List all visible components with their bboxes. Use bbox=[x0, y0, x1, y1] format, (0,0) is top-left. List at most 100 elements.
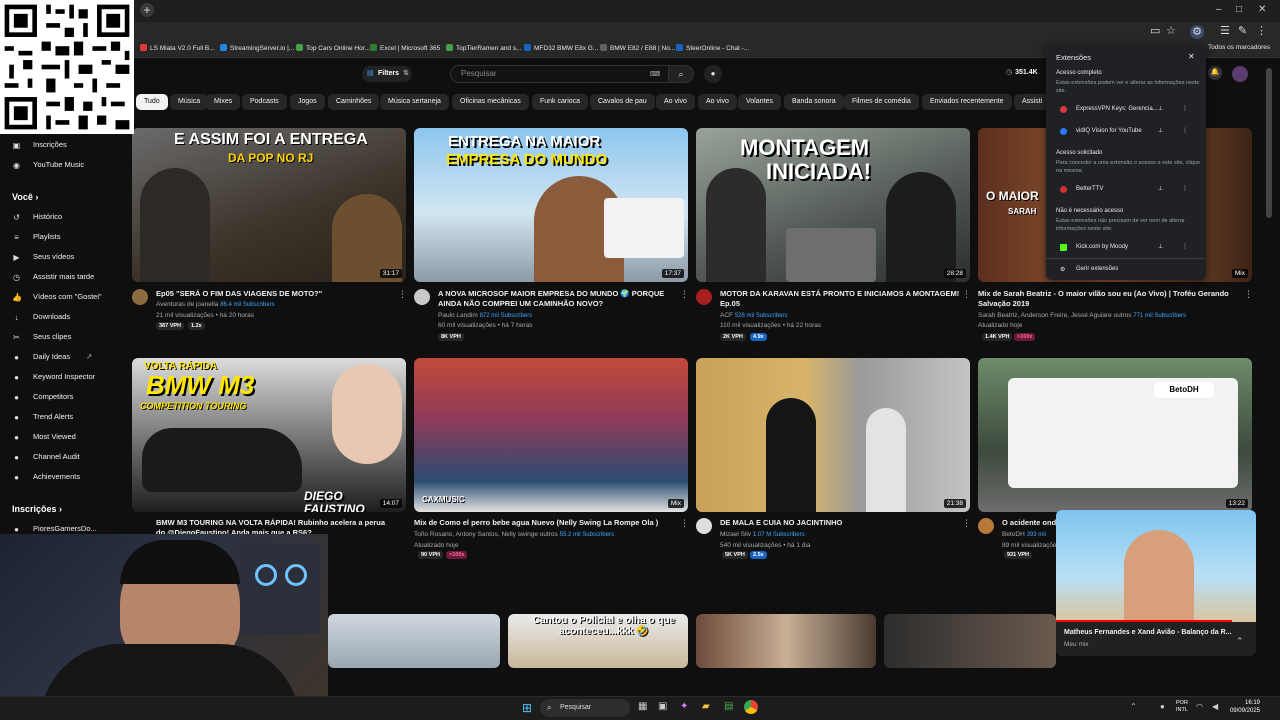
more-options-icon[interactable]: ⋮ bbox=[1182, 127, 1188, 134]
mic-icon[interactable]: ● bbox=[1160, 702, 1165, 711]
video-thumbnail[interactable] bbox=[884, 614, 1056, 668]
search-input[interactable]: Pesquisar bbox=[450, 65, 670, 83]
chip[interactable]: Assisti bbox=[1014, 94, 1051, 110]
extension-item[interactable]: BetterTTV bbox=[1076, 186, 1103, 192]
notifications-icon[interactable]: 🔔 bbox=[1208, 66, 1222, 80]
sidebar-item-history[interactable]: ↺ Histórico bbox=[12, 212, 62, 222]
task-view-icon[interactable]: ▦ bbox=[638, 701, 647, 712]
sidebar-item-music[interactable]: ◉ YouTube Music bbox=[12, 160, 84, 170]
sidebar-item-most-viewed[interactable]: ● Most Viewed bbox=[12, 432, 76, 442]
mini-player-title[interactable]: Matheus Fernandes e Xand Avião - Balanço… bbox=[1064, 628, 1244, 638]
mini-player[interactable]: Matheus Fernandes e Xand Avião - Balanço… bbox=[1056, 510, 1256, 656]
keyboard-language[interactable]: POR INTL bbox=[1176, 700, 1188, 714]
search-button[interactable]: ⌕ bbox=[668, 65, 694, 83]
extension-item[interactable]: ExpressVPN Keys: Gerencia... bbox=[1076, 106, 1158, 112]
minimize-icon[interactable]: – bbox=[1216, 4, 1222, 15]
video-thumbnail[interactable]: VOLTA RÁPIDA BMW M3 COMPETITION TOURING … bbox=[132, 358, 406, 512]
extension-item[interactable]: vidIQ Vision for YouTube bbox=[1076, 128, 1142, 134]
new-tab-button[interactable]: + bbox=[140, 3, 154, 17]
pen-icon[interactable]: ✎ bbox=[1238, 24, 1247, 37]
wifi-icon[interactable]: ◠ bbox=[1196, 702, 1203, 711]
bookmark-item[interactable]: TopTierRamen and s... bbox=[446, 44, 522, 52]
sidebar-item-channel-audit[interactable]: ● Channel Audit bbox=[12, 452, 80, 462]
video-thumbnail[interactable]: E ASSIM FOI A ENTREGA DA POP NO RJ 31:17 bbox=[132, 128, 406, 282]
more-options-icon[interactable]: ⋮ bbox=[680, 289, 689, 300]
extensions-puzzle-icon[interactable]: ⚙ bbox=[1190, 25, 1204, 39]
chip[interactable]: Volantes bbox=[738, 94, 781, 110]
channel-name[interactable]: Mizael Silv 1.07 M Subscribers bbox=[720, 531, 805, 538]
bookmark-item[interactable]: LS Miata V2.0 Full B... bbox=[140, 44, 215, 52]
video-title[interactable]: A NOVA MICROSOF MAIOR EMPRESA DO MUNDO 🌍… bbox=[438, 289, 678, 309]
sidebar-item-playlists[interactable]: ≡ Playlists bbox=[12, 232, 60, 242]
channel-avatar[interactable] bbox=[978, 518, 994, 534]
channel-name[interactable]: Aventuras de joanella 86.4 mil Subscribe… bbox=[156, 301, 275, 308]
video-thumbnail[interactable]: MONTAGEM INICIADA! 28:28 bbox=[696, 128, 970, 282]
maximize-icon[interactable]: □ bbox=[1236, 4, 1242, 15]
bookmark-item[interactable]: MFD32 BMW E8x G... bbox=[524, 44, 598, 52]
bookmark-item[interactable]: Excel | Microsoft 365 bbox=[370, 44, 440, 52]
chevron-up-icon[interactable]: ⌃ bbox=[1236, 636, 1244, 647]
chip[interactable]: Ao vivo bbox=[698, 94, 737, 110]
close-icon[interactable]: ✕ bbox=[1258, 4, 1266, 15]
extension-item[interactable]: Kick.com by Moody bbox=[1076, 244, 1128, 250]
chip[interactable]: Cavalos de pau bbox=[590, 94, 655, 110]
all-bookmarks[interactable]: Todos os marcadores bbox=[1208, 44, 1270, 51]
more-options-icon[interactable]: ⋮ bbox=[962, 518, 971, 529]
scrollbar[interactable] bbox=[1266, 68, 1272, 218]
channel-name[interactable]: BetoDH 393 mil bbox=[1002, 531, 1046, 538]
sidebar-item-watch-later[interactable]: ◷ Assistir mais tarde bbox=[12, 272, 94, 282]
video-title[interactable]: Ep05 "SERÁ O FIM DAS VIAGENS DE MOTO?" bbox=[156, 289, 396, 299]
pin-icon[interactable]: ⊥ bbox=[1158, 243, 1163, 250]
channel-avatar[interactable] bbox=[696, 518, 712, 534]
avatar[interactable] bbox=[1232, 66, 1248, 82]
more-options-icon[interactable]: ⋮ bbox=[398, 289, 407, 300]
channel-avatar[interactable] bbox=[132, 289, 148, 305]
bookmark-item[interactable]: StreamingServer.io |... bbox=[220, 44, 294, 52]
copilot-icon[interactable]: ✦ bbox=[680, 701, 688, 712]
chip[interactable]: Música sertaneja bbox=[380, 94, 449, 110]
chip[interactable]: Enviados recentemente bbox=[922, 94, 1012, 110]
chrome-icon[interactable] bbox=[744, 700, 758, 714]
pin-icon[interactable]: ⊥ bbox=[1158, 105, 1163, 112]
keyboard-icon[interactable]: ⌨ bbox=[650, 70, 660, 78]
channel-avatar[interactable] bbox=[414, 289, 430, 305]
chip[interactable]: Tudo bbox=[136, 94, 168, 110]
channel-name[interactable]: Paulo Landim 872 mil Subscribers bbox=[438, 312, 532, 319]
bookmark-item[interactable]: BMW E82 / E88 | No... bbox=[600, 44, 675, 52]
chip[interactable]: Banda sonora bbox=[784, 94, 844, 110]
sidebar-heading-subscriptions[interactable]: Inscrições › bbox=[12, 504, 62, 514]
video-thumbnail[interactable]: CAXMUSIC Mix bbox=[414, 358, 688, 512]
channel-name[interactable]: Sarah Beatriz, Anderson Freire, Jessé Ag… bbox=[978, 312, 1186, 319]
taskbar-clock[interactable]: 16:19 09/09/2025 bbox=[1230, 699, 1260, 715]
chevron-up-icon[interactable]: ⌃ bbox=[1130, 702, 1137, 711]
channel-name[interactable]: Toño Rosario, Antony Santos, Nelly swing… bbox=[414, 531, 614, 538]
profile-icon[interactable]: ☰ bbox=[1220, 24, 1230, 37]
voice-search-button[interactable]: ● bbox=[704, 65, 722, 83]
pin-icon[interactable]: ⊥ bbox=[1158, 127, 1163, 134]
chip[interactable]: Música bbox=[170, 94, 209, 110]
more-options-icon[interactable]: ⋮ bbox=[962, 289, 971, 300]
bookmark-item[interactable]: Top Cars Online Hor... bbox=[296, 44, 370, 52]
chip[interactable]: Filmes de comédia bbox=[844, 94, 919, 110]
sidebar-item-downloads[interactable]: ↓ Downloads bbox=[12, 312, 71, 322]
bookmark-item[interactable]: SteerOnline - Chat -... bbox=[676, 44, 749, 52]
sidebar-heading-you[interactable]: Você › bbox=[12, 192, 38, 202]
close-icon[interactable]: ✕ bbox=[1188, 52, 1195, 61]
bookmark-star-icon[interactable]: ☆ bbox=[1166, 24, 1176, 37]
more-options-icon[interactable]: ⋮ bbox=[1244, 289, 1253, 300]
sidebar-item-liked[interactable]: 👍 Vídeos com "Gostei" bbox=[12, 292, 102, 302]
video-thumbnail[interactable] bbox=[328, 614, 500, 668]
manage-extensions-link[interactable]: Gerir extensões bbox=[1076, 266, 1118, 272]
video-thumbnail[interactable]: 21:38 bbox=[696, 358, 970, 512]
sidebar-item-keyword-inspector[interactable]: ● Keyword Inspector bbox=[12, 372, 95, 382]
more-options-icon[interactable]: ⋮ bbox=[1182, 105, 1188, 112]
sidebar-item-subscriptions[interactable]: ▣ Inscrições bbox=[12, 140, 67, 150]
chip[interactable]: Podcasts bbox=[242, 94, 287, 110]
widgets-icon[interactable]: ▣ bbox=[658, 701, 667, 712]
chip[interactable]: Oficinas mecânicas bbox=[452, 94, 529, 110]
chip[interactable]: Ao vivo bbox=[656, 94, 695, 110]
chip[interactable]: Caminhões bbox=[328, 94, 380, 110]
channel-name[interactable]: ACF 526 mil Subscribers bbox=[720, 312, 788, 319]
sidebar-item-achievements[interactable]: ● Achievements bbox=[12, 472, 80, 482]
taskbar-search[interactable]: ⌕ Pesquisar bbox=[540, 699, 630, 717]
